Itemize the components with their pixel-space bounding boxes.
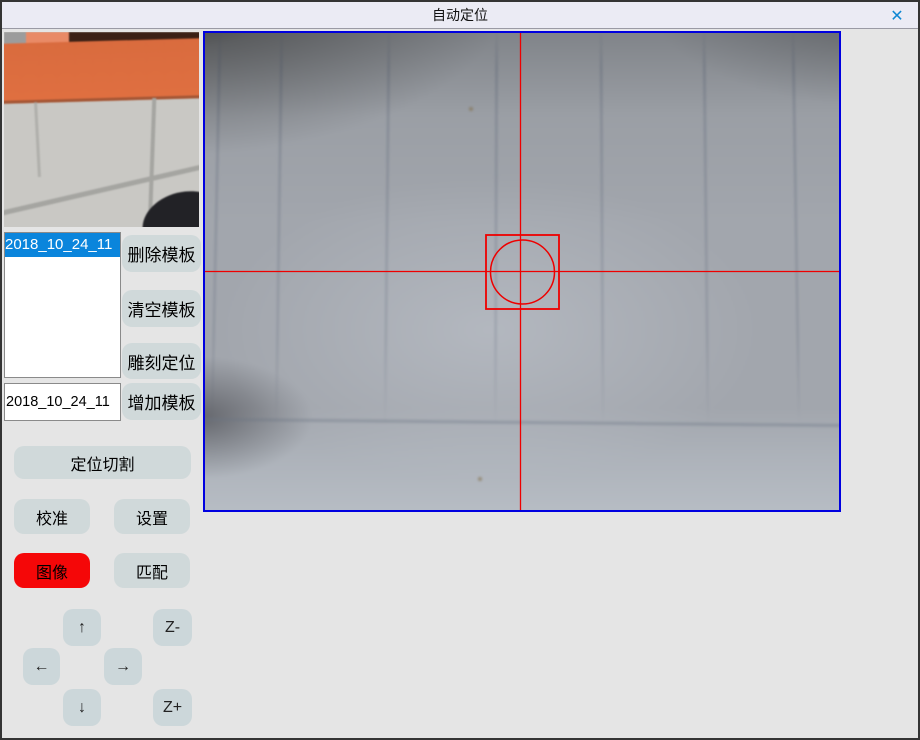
titlebar: 自动定位 ✕ [2, 2, 918, 29]
thumbnail-photo [4, 32, 199, 227]
camera-feed [205, 33, 839, 510]
calibrate-button[interactable]: 校准 [14, 499, 90, 534]
settings-button[interactable]: 设置 [114, 499, 190, 534]
dark-object [136, 183, 199, 227]
jog-right-button[interactable]: → [104, 648, 142, 685]
image-button[interactable]: 图像 [14, 553, 90, 588]
position-cut-button[interactable]: 定位切割 [14, 446, 191, 479]
z-minus-button[interactable]: Z- [153, 609, 192, 646]
crosshair-overlay [205, 33, 839, 510]
engrave-position-button[interactable]: 雕刻定位 [122, 343, 201, 379]
jog-up-button[interactable]: ↑ [63, 609, 101, 646]
z-plus-button[interactable]: Z+ [153, 689, 192, 726]
jog-down-button[interactable]: ↓ [63, 689, 101, 726]
close-icon[interactable]: ✕ [886, 5, 908, 26]
template-thumbnail [4, 32, 199, 227]
dialog-title: 自动定位 [432, 5, 488, 25]
delete-template-button[interactable]: 删除模板 [122, 235, 201, 272]
camera-view[interactable] [203, 31, 841, 512]
template-list-item[interactable]: 2018_10_24_11 [5, 233, 120, 257]
template-list[interactable]: 2018_10_24_11 [4, 232, 121, 378]
template-name-input[interactable] [4, 383, 121, 421]
add-template-button[interactable]: 增加模板 [122, 383, 201, 420]
clear-template-button[interactable]: 清空模板 [122, 290, 201, 327]
auto-position-dialog: 自动定位 ✕ 2018_10_24_11 删除模板 清空模板 雕刻定位 增加模板… [0, 0, 920, 740]
jog-left-button[interactable]: ← [23, 648, 60, 685]
match-button[interactable]: 匹配 [114, 553, 190, 588]
